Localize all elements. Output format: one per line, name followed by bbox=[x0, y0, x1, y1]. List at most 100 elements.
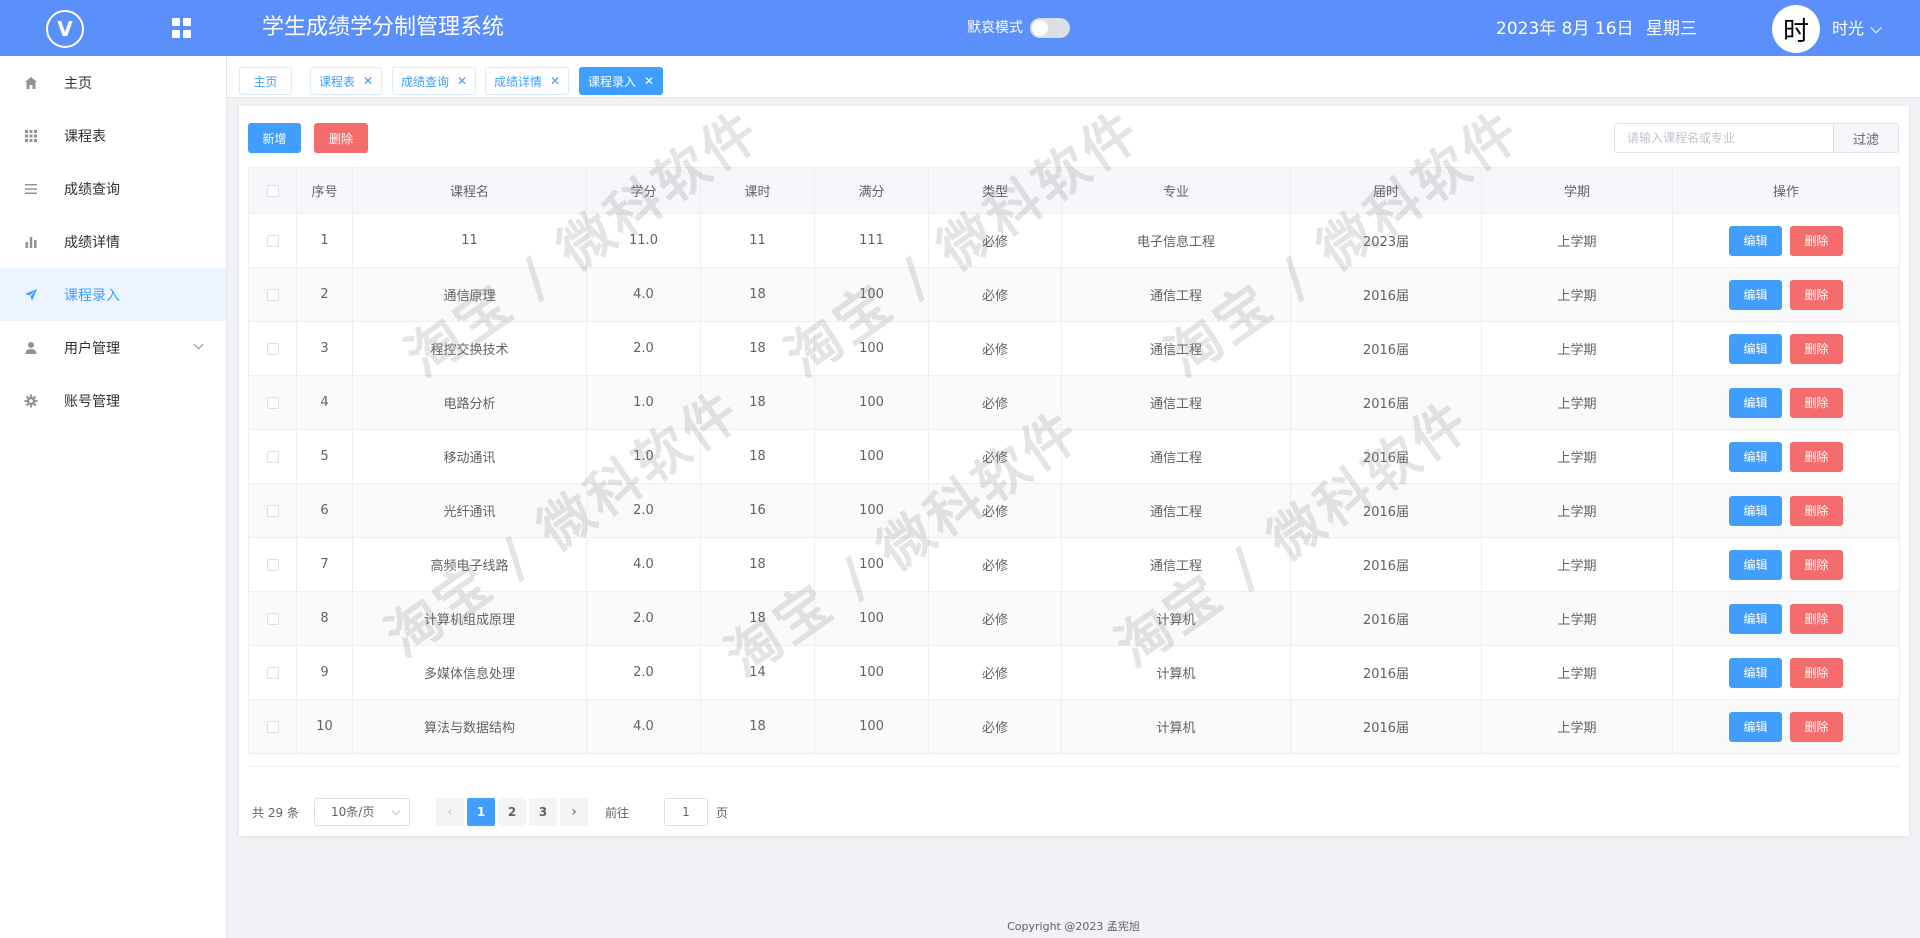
delete-button[interactable]: 删除 bbox=[1790, 549, 1843, 580]
row-checkbox[interactable] bbox=[266, 234, 279, 247]
cell-full-score: 100 bbox=[814, 267, 929, 322]
cell-row-number: 4 bbox=[296, 375, 353, 430]
table-row: 5 移动通讯 1.0 18 100 必修 通信工程 2016届 上学期 编辑 删除 bbox=[248, 429, 1900, 484]
row-checkbox[interactable] bbox=[266, 288, 279, 301]
mourning-mode-toggle[interactable] bbox=[1030, 18, 1070, 38]
page-button-3[interactable]: 3 bbox=[529, 798, 557, 826]
edit-button[interactable]: 编辑 bbox=[1729, 603, 1782, 634]
add-button[interactable]: 新增 bbox=[248, 123, 301, 153]
tab-home[interactable]: 主页 bbox=[239, 67, 292, 95]
cell-term: 上学期 bbox=[1481, 699, 1673, 754]
tab-course-entry[interactable]: 课程录入 ✕ bbox=[579, 67, 664, 95]
sidebar-item-label: 成绩详情 bbox=[64, 234, 120, 251]
row-checkbox[interactable] bbox=[266, 342, 279, 355]
delete-button[interactable]: 删除 bbox=[1790, 279, 1843, 310]
edit-button[interactable]: 编辑 bbox=[1729, 657, 1782, 688]
edit-button[interactable]: 编辑 bbox=[1729, 495, 1782, 526]
close-icon[interactable]: ✕ bbox=[644, 74, 654, 88]
cell-hours: 18 bbox=[700, 375, 815, 430]
cell-term: 上学期 bbox=[1481, 375, 1673, 430]
list-icon bbox=[23, 181, 39, 197]
edit-button[interactable]: 编辑 bbox=[1729, 711, 1782, 742]
close-icon[interactable]: ✕ bbox=[363, 74, 373, 88]
filter-button[interactable]: 过滤 bbox=[1833, 123, 1899, 153]
delete-button[interactable]: 删除 bbox=[1790, 225, 1843, 256]
table-row: 10 算法与数据结构 4.0 18 100 必修 计算机 2016届 上学期 编辑 删除 bbox=[248, 699, 1900, 754]
cell-course-name: 高频电子线路 bbox=[352, 537, 587, 592]
cell-hours: 16 bbox=[700, 483, 815, 538]
search-input[interactable] bbox=[1614, 123, 1834, 153]
delete-button[interactable]: 删除 bbox=[1790, 387, 1843, 418]
cell-term: 上学期 bbox=[1481, 429, 1673, 484]
row-checkbox[interactable] bbox=[266, 666, 279, 679]
delete-button[interactable]: 删除 bbox=[1790, 603, 1843, 634]
edit-button[interactable]: 编辑 bbox=[1729, 387, 1782, 418]
edit-button[interactable]: 编辑 bbox=[1729, 279, 1782, 310]
table-bottom-divider bbox=[248, 766, 1899, 767]
column-header: 操作 bbox=[1672, 167, 1900, 214]
cell-row-number: 1 bbox=[296, 213, 353, 268]
sidebar-item-schedule[interactable]: 课程表 bbox=[0, 109, 226, 162]
tab-label: 课程表 bbox=[319, 74, 356, 89]
sidebar-item-user-management[interactable]: 用户管理 bbox=[0, 321, 226, 374]
edit-button[interactable]: 编辑 bbox=[1729, 225, 1782, 256]
delete-button[interactable]: 删除 bbox=[1790, 711, 1843, 742]
row-checkbox[interactable] bbox=[266, 450, 279, 463]
select-all-checkbox[interactable] bbox=[266, 184, 279, 197]
page-button-2[interactable]: 2 bbox=[498, 798, 526, 826]
cell-course-type: 必修 bbox=[928, 213, 1062, 268]
cell-actions: 编辑 删除 bbox=[1672, 645, 1900, 700]
tab-label: 成绩详情 bbox=[494, 74, 543, 89]
chevron-down-icon bbox=[193, 339, 204, 350]
delete-button[interactable]: 删除 bbox=[1790, 333, 1843, 364]
sidebar-item-account-management[interactable]: 账号管理 bbox=[0, 374, 226, 427]
cell-actions: 编辑 删除 bbox=[1672, 213, 1900, 268]
cell-cohort-year: 2016届 bbox=[1290, 429, 1482, 484]
sidebar-item-home[interactable]: 主页 bbox=[0, 56, 226, 109]
cell-course-type: 必修 bbox=[928, 267, 1062, 322]
row-checkbox[interactable] bbox=[266, 558, 279, 571]
batch-delete-button[interactable]: 删除 bbox=[314, 123, 368, 153]
system-title: 学生成绩学分制管理系统 bbox=[262, 15, 505, 40]
toggle-knob bbox=[1032, 20, 1048, 36]
page-button-1[interactable]: 1 bbox=[467, 798, 495, 826]
cell-row-number: 9 bbox=[296, 645, 353, 700]
prev-page-button[interactable]: ‹ bbox=[436, 798, 464, 826]
row-checkbox[interactable] bbox=[266, 504, 279, 517]
delete-button[interactable]: 删除 bbox=[1790, 495, 1843, 526]
close-icon[interactable]: ✕ bbox=[457, 74, 467, 88]
cell-row-number: 5 bbox=[296, 429, 353, 484]
apps-grid-icon[interactable] bbox=[172, 18, 192, 38]
cell-cohort-year: 2016届 bbox=[1290, 483, 1482, 538]
delete-button[interactable]: 删除 bbox=[1790, 441, 1843, 472]
user-menu[interactable]: 时光 bbox=[1832, 18, 1882, 40]
next-page-button[interactable]: › bbox=[560, 798, 588, 826]
cell-course-type: 必修 bbox=[928, 483, 1062, 538]
tab-grade-detail[interactable]: 成绩详情 ✕ bbox=[485, 67, 570, 95]
tab-schedule[interactable]: 课程表 ✕ bbox=[310, 67, 383, 95]
edit-button[interactable]: 编辑 bbox=[1729, 549, 1782, 580]
delete-button[interactable]: 删除 bbox=[1790, 657, 1843, 688]
goto-page-input[interactable] bbox=[664, 798, 708, 826]
table-row: 1 11 11.0 11 111 必修 电子信息工程 2023届 上学期 编辑 删除 bbox=[248, 213, 1900, 268]
cell-major: 计算机 bbox=[1061, 591, 1291, 646]
cell-hours: 18 bbox=[700, 429, 815, 484]
cell-course-name: 移动通讯 bbox=[352, 429, 587, 484]
tab-label: 课程录入 bbox=[588, 74, 637, 89]
sidebar-item-course-entry[interactable]: 课程录入 bbox=[0, 268, 226, 321]
sidebar-item-grade-query[interactable]: 成绩查询 bbox=[0, 162, 226, 215]
row-checkbox[interactable] bbox=[266, 720, 279, 733]
edit-button[interactable]: 编辑 bbox=[1729, 333, 1782, 364]
sidebar-item-label: 课程表 bbox=[64, 128, 106, 145]
page-size-select[interactable]: 10条/页 bbox=[314, 798, 410, 826]
row-checkbox[interactable] bbox=[266, 396, 279, 409]
close-icon[interactable]: ✕ bbox=[550, 74, 560, 88]
avatar[interactable]: 时 bbox=[1772, 5, 1820, 53]
edit-button[interactable]: 编辑 bbox=[1729, 441, 1782, 472]
column-header: 学期 bbox=[1481, 167, 1673, 214]
row-checkbox[interactable] bbox=[266, 612, 279, 625]
cell-course-name: 光纤通讯 bbox=[352, 483, 587, 538]
cell-major: 通信工程 bbox=[1061, 537, 1291, 592]
tab-grade-query[interactable]: 成绩查询 ✕ bbox=[392, 67, 477, 95]
sidebar-item-grade-detail[interactable]: 成绩详情 bbox=[0, 215, 226, 268]
